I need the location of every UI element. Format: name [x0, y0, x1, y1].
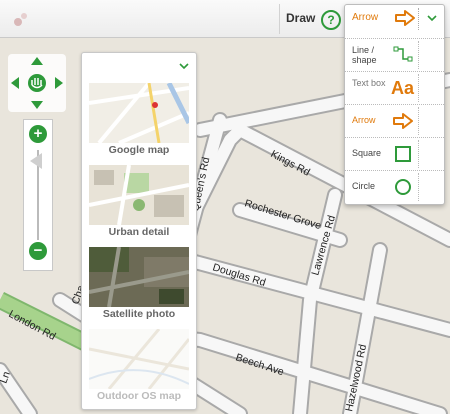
google-map-thumbnail: [89, 83, 189, 143]
circle-icon: [395, 179, 411, 195]
draw-item-line-shape[interactable]: Line / shape: [345, 38, 444, 71]
draw-current-label: Arrow: [352, 12, 379, 23]
draw-label: Draw: [286, 11, 316, 25]
app-logo-icon: [14, 13, 27, 26]
layer-name: Satellite photo: [102, 308, 176, 320]
outdoor-os-map-thumbnail: [89, 329, 189, 389]
toolbar-divider: [279, 4, 280, 34]
layer-option-outdoor-os-map[interactable]: Outdoor OS map: [89, 329, 189, 402]
chevron-down-icon[interactable]: [178, 60, 190, 72]
draw-menu: Arrow Line / shape Text box Aa Arrow Squ…: [344, 4, 445, 205]
layer-panel: Google map Urban detail Satellite photo: [81, 52, 197, 410]
draw-item-arrow[interactable]: Arrow: [345, 104, 444, 137]
layer-name: Urban detail: [108, 226, 170, 238]
help-icon[interactable]: ?: [321, 10, 341, 30]
layer-option-google-map[interactable]: Google map: [89, 83, 189, 156]
draw-item-label: Circle: [352, 181, 376, 191]
layer-option-urban-detail[interactable]: Urban detail: [89, 165, 189, 238]
layer-name: Google map: [108, 144, 170, 156]
draw-item-label: Text box: [352, 78, 386, 88]
draw-item-label: Line / shape: [352, 45, 377, 65]
draw-item-circle[interactable]: Circle: [345, 170, 444, 203]
urban-detail-thumbnail: [89, 165, 189, 225]
pan-control[interactable]: [8, 54, 66, 112]
zoom-in-button[interactable]: +: [29, 125, 47, 143]
layer-option-satellite-photo[interactable]: Satellite photo: [89, 247, 189, 320]
square-icon: [395, 146, 411, 162]
draw-item-square[interactable]: Square: [345, 137, 444, 170]
draw-current-tool[interactable]: Arrow: [345, 5, 444, 31]
draw-item-text-box[interactable]: Text box Aa: [345, 71, 444, 104]
zoom-out-button[interactable]: −: [29, 242, 47, 260]
line-shape-icon: [393, 46, 413, 62]
chevron-down-icon[interactable]: [425, 11, 439, 25]
zoom-control: + −: [23, 119, 53, 271]
zoom-slider-thumb[interactable]: [30, 153, 42, 169]
layer-name: Outdoor OS map: [97, 390, 181, 402]
draw-item-label: Arrow: [352, 115, 376, 125]
arrow-icon: [395, 10, 415, 26]
draw-item-label: Square: [352, 148, 382, 158]
arrow-icon: [393, 113, 413, 129]
satellite-photo-thumbnail: [89, 247, 189, 307]
text-box-icon: Aa: [391, 78, 415, 98]
